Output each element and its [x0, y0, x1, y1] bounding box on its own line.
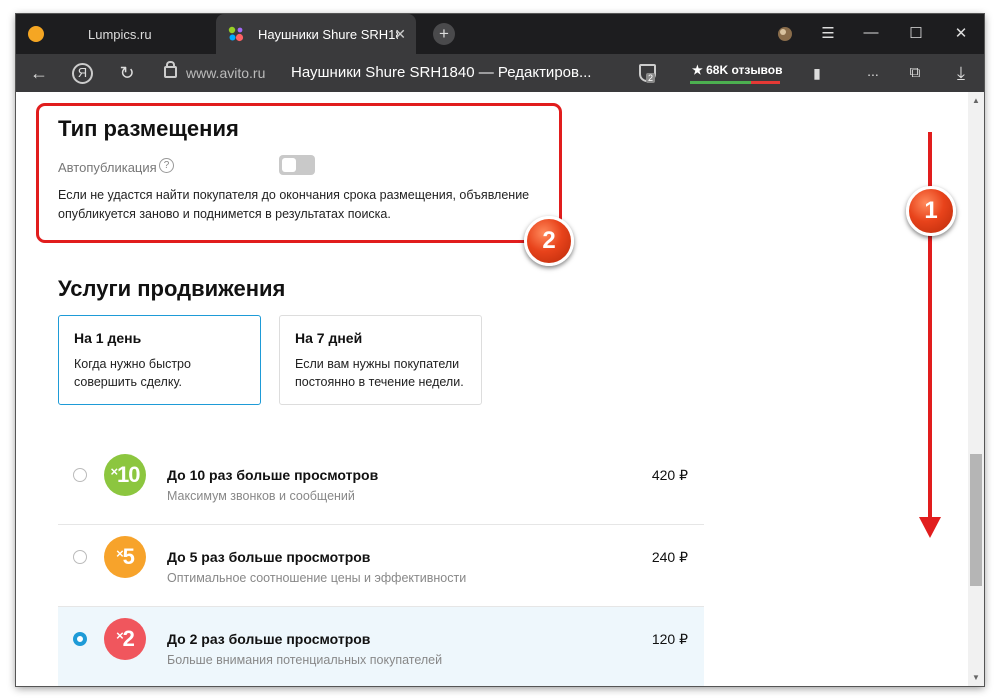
protect-icon[interactable]: 2 — [637, 62, 657, 84]
collections-icon[interactable]: ⧉ — [904, 63, 926, 83]
promo-card-7-days[interactable]: На 7 дней Если вам нужны покупатели пост… — [279, 315, 482, 405]
scrollbar[interactable]: ▲ ▼ — [968, 92, 984, 686]
x5-badge-icon: ×5 — [104, 536, 146, 578]
x2-badge-icon: ×2 — [104, 618, 146, 660]
close-window-icon[interactable]: ✕ — [951, 24, 971, 42]
url-domain[interactable]: www.avito.ru — [186, 65, 265, 81]
close-icon[interactable]: ✕ — [394, 26, 406, 43]
promo-card-1-day[interactable]: На 1 день Когда нужно быстро совершить с… — [58, 315, 261, 405]
back-icon[interactable]: ← — [28, 63, 50, 83]
tab-label: Lumpics.ru — [88, 26, 152, 42]
service-desc: Максимум звонков и сообщений — [167, 489, 355, 503]
new-tab-button[interactable]: + — [433, 23, 455, 45]
scroll-down-icon[interactable]: ▼ — [968, 673, 984, 682]
rating-bar — [690, 81, 780, 84]
more-icon[interactable]: ... — [862, 61, 884, 81]
service-radio[interactable] — [73, 550, 87, 564]
annotation-number-2: 2 — [524, 216, 574, 266]
service-desc: Больше внимания потенциальных покупателе… — [167, 653, 443, 667]
service-radio[interactable] — [73, 468, 87, 482]
promo-card-title: На 1 день — [74, 330, 142, 346]
x10-badge-icon: ×10 — [104, 454, 146, 496]
tab-avito[interactable]: Наушники Shure SRH18 ✕ — [216, 14, 416, 54]
lock-icon — [164, 61, 177, 78]
promo-card-desc: Если вам нужны покупатели постоянно в те… — [295, 357, 464, 389]
scroll-thumb[interactable] — [970, 454, 982, 586]
service-price: 420 ₽ — [651, 467, 688, 483]
download-icon[interactable]: ⤓ — [950, 63, 972, 83]
annotation-highlight-frame — [36, 103, 562, 243]
yandex-icon[interactable]: Я — [72, 63, 93, 84]
service-price: 120 ₽ — [651, 631, 688, 647]
reload-icon[interactable]: ↻ — [116, 63, 138, 83]
extension-icon[interactable] — [776, 25, 794, 43]
service-option-x2[interactable]: ×2 До 2 раз больше просмотров Больше вни… — [58, 607, 704, 686]
service-option-x10[interactable]: ×10 До 10 раз больше просмотров Максимум… — [58, 443, 704, 525]
service-desc: Оптимальное соотношение цены и эффективн… — [167, 571, 467, 585]
minimize-icon[interactable]: — — [861, 24, 881, 41]
promotion-title: Услуги продвижения — [58, 276, 286, 301]
avito-favicon-icon — [228, 26, 244, 42]
service-title: До 5 раз больше просмотров — [167, 549, 371, 565]
service-option-x5[interactable]: ×5 До 5 раз больше просмотров Оптимально… — [58, 525, 704, 607]
annotation-number-1: 1 — [906, 186, 956, 236]
maximize-icon[interactable]: ☐ — [906, 24, 926, 42]
promo-card-desc: Когда нужно быстро совершить сделку. — [74, 357, 191, 389]
service-price: 240 ₽ — [651, 549, 688, 565]
service-title: До 10 раз больше просмотров — [167, 467, 379, 483]
tab-lumpics[interactable]: Lumpics.ru — [16, 14, 216, 54]
reviews-badge[interactable]: ★ 68K отзывов — [690, 60, 783, 86]
bookmark-icon[interactable]: ▮ — [806, 63, 828, 83]
service-radio-selected[interactable] — [73, 632, 87, 646]
browser-window: Lumpics.ru Наушники Shure SRH18 ✕ + ☰ — … — [16, 14, 984, 686]
scroll-up-icon[interactable]: ▲ — [968, 96, 984, 105]
tab-label: Наушники Shure SRH18 — [258, 26, 398, 42]
url-page-title[interactable]: Наушники Shure SRH1840 — Редактиров... — [291, 64, 591, 81]
tab-bar: Lumpics.ru Наушники Shure SRH18 ✕ + ☰ — … — [16, 14, 984, 54]
service-title: До 2 раз больше просмотров — [167, 631, 371, 647]
menu-icon[interactable]: ☰ — [818, 24, 838, 42]
promo-card-title: На 7 дней — [295, 330, 363, 346]
orange-favicon-icon — [28, 26, 44, 42]
reviews-label: ★ 68K отзывов — [692, 63, 783, 77]
address-bar: ← Я ↻ www.avito.ru Наушники Shure SRH184… — [16, 54, 984, 92]
page-content: Тип размещения Автопубликация ? Если не … — [16, 92, 984, 686]
